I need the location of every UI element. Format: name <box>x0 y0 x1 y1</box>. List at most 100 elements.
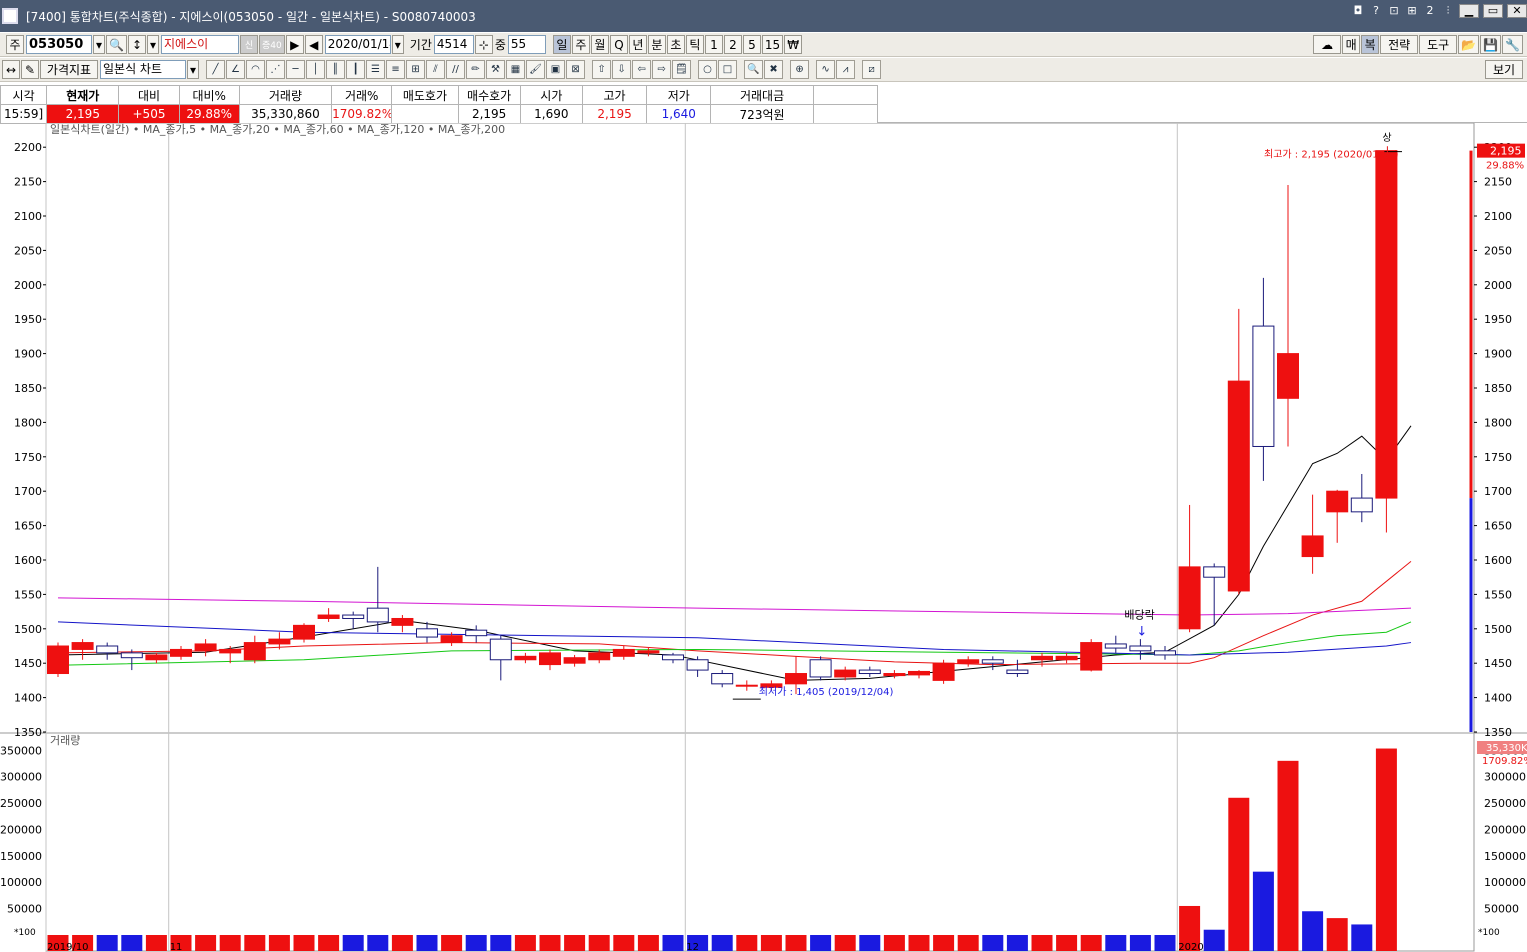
close-button[interactable]: ✕ <box>1507 4 1527 18</box>
print-icon[interactable]: ◘ <box>1351 4 1365 18</box>
interval-week[interactable]: 주 <box>571 35 590 54</box>
value-change-pct: 29.88% <box>178 104 240 124</box>
period-input[interactable]: 4514 <box>433 35 474 54</box>
note-icon[interactable]: 🗒 <box>672 60 692 79</box>
arrow-left-icon[interactable]: ⇦ <box>632 60 652 79</box>
volume-bar <box>441 934 463 951</box>
candle-body <box>908 670 930 676</box>
sort-icon[interactable]: ↕ <box>127 35 146 54</box>
capture-icon[interactable]: ▣ <box>546 60 566 79</box>
value-high: 2,195 <box>581 104 648 124</box>
view-button[interactable]: 보기 <box>1485 60 1523 79</box>
window-titlebar: [7400] 통합차트(주식종합) - 지에스이(053050 - 일간 - 일… <box>0 0 1527 32</box>
pin-icon[interactable]: ⫶ <box>1441 4 1455 18</box>
chart-type-dropdown-icon[interactable]: ▾ <box>187 60 200 79</box>
compound-button[interactable]: 복 <box>1361 35 1380 54</box>
clear-icon[interactable]: ⧄ <box>862 60 882 79</box>
interval-quarter[interactable]: Q <box>609 35 628 54</box>
maximize-button[interactable]: ▭ <box>1483 4 1503 18</box>
delete-drawing-icon[interactable]: ✖ <box>764 60 784 79</box>
angle-icon[interactable]: ∠ <box>226 60 246 79</box>
trendline-icon[interactable]: ╱ <box>206 60 226 79</box>
pencil-icon[interactable]: ✏ <box>466 60 486 79</box>
chart-type-select[interactable]: 일본식 차트 <box>100 60 186 79</box>
volume-tick-right: 200000 <box>1484 823 1526 836</box>
quote-header-row: 시각 현재가 대비 대비% 거래량 거래% 매도호가 매수호가 시가 고가 저가… <box>0 85 879 105</box>
circle-icon[interactable]: ○ <box>698 60 718 79</box>
price-tick-left: 1450 <box>14 657 42 670</box>
arc-icon[interactable]: ◠ <box>246 60 266 79</box>
prev-icon[interactable]: ◀ <box>304 35 323 54</box>
crosshair-icon[interactable]: ⊕ <box>790 60 810 79</box>
interval-15[interactable]: 15 <box>761 35 784 54</box>
zoom-icon[interactable]: ⊹ <box>474 35 493 54</box>
interval-1[interactable]: 1 <box>704 35 723 54</box>
candle-body <box>785 673 807 685</box>
strategy-button[interactable]: 전략 <box>1380 35 1419 54</box>
arrow-down-icon[interactable]: ⇩ <box>612 60 632 79</box>
layout-icon[interactable]: ⊡ <box>1387 4 1401 18</box>
interval-month[interactable]: 월 <box>590 35 609 54</box>
fib-fan-icon[interactable]: ≡ <box>386 60 406 79</box>
open-icon[interactable]: 📂 <box>1458 35 1480 54</box>
channel-icon[interactable]: ⫽ <box>426 60 446 79</box>
currency-button[interactable]: ₩ <box>784 35 803 54</box>
minimize-button[interactable]: ▁ <box>1459 4 1479 18</box>
wave-icon[interactable]: ∿ <box>816 60 836 79</box>
list-dropdown-icon[interactable]: ▾ <box>146 35 160 54</box>
interval-day[interactable]: 일 <box>552 35 571 54</box>
gann-icon[interactable]: ⊞ <box>406 60 426 79</box>
expand-icon[interactable]: ↔ <box>2 60 20 79</box>
fan-icon[interactable]: ⋰ <box>266 60 286 79</box>
search-icon[interactable]: 🔍 <box>106 35 127 54</box>
rect-icon[interactable]: □ <box>718 60 738 79</box>
interval-second[interactable]: 초 <box>666 35 685 54</box>
arrow-up-icon[interactable]: ⇧ <box>592 60 612 79</box>
group-number[interactable]: 2 <box>1423 4 1437 18</box>
volume-legend: 거래량 <box>50 734 80 747</box>
help-icon[interactable]: ? <box>1369 4 1383 18</box>
hline-icon[interactable]: ─ <box>286 60 306 79</box>
zigzag-icon[interactable]: ⩘ <box>836 60 856 79</box>
candle-body <box>686 659 709 671</box>
fib-retrace-icon[interactable]: ☰ <box>366 60 386 79</box>
price-tick-right: 2100 <box>1484 210 1512 223</box>
code-dropdown-icon[interactable]: ▾ <box>93 35 106 54</box>
brush-icon[interactable]: 🖌 <box>526 60 546 79</box>
edit-icon[interactable]: ✎ <box>21 60 39 79</box>
stock-code-input[interactable]: 053050 <box>26 35 92 54</box>
parallel-icon[interactable]: // <box>446 60 466 79</box>
volume-bar <box>1105 934 1127 951</box>
quote-table: 시각 현재가 대비 대비% 거래량 거래% 매도호가 매수호가 시가 고가 저가… <box>0 85 879 124</box>
fib-time-icon[interactable]: ┃ <box>346 60 366 79</box>
market-select-button[interactable]: 주 <box>6 35 24 54</box>
vline-icon[interactable]: │ <box>306 60 326 79</box>
pct-tag: 29.88% <box>1486 161 1524 172</box>
wand-icon[interactable]: ⚒ <box>486 60 506 79</box>
magnify-icon[interactable]: 🔍 <box>744 60 764 79</box>
color-icon[interactable]: ▦ <box>506 60 526 79</box>
trade-button[interactable]: 매 <box>1342 35 1361 54</box>
count-input[interactable]: 55 <box>507 35 546 54</box>
interval-2[interactable]: 2 <box>723 35 742 54</box>
tools-button[interactable]: 도구 <box>1419 35 1458 54</box>
save-icon[interactable]: 💾 <box>1480 35 1502 54</box>
interval-tick[interactable]: 틱 <box>685 35 704 54</box>
date-input[interactable]: 2020/01/14 <box>324 35 391 54</box>
settings-icon[interactable]: 🔧 <box>1502 35 1523 54</box>
arrow-right-icon[interactable]: ⇨ <box>652 60 672 79</box>
interval-year[interactable]: 년 <box>628 35 647 54</box>
cycle-icon[interactable]: ║ <box>326 60 346 79</box>
stock-chart[interactable]: 2019/10111220202200220021502150210021002… <box>0 123 1527 952</box>
cloud-icon[interactable]: ☁ <box>1313 35 1342 54</box>
link-icon[interactable]: ⊞ <box>1405 4 1419 18</box>
erase-icon[interactable]: ⊠ <box>566 60 586 79</box>
indicator-button[interactable]: 가격지표 <box>40 60 98 79</box>
interval-5[interactable]: 5 <box>742 35 761 54</box>
play-icon[interactable]: ▶ <box>285 35 304 54</box>
interval-minute[interactable]: 분 <box>647 35 666 54</box>
date-tick-label: 12 <box>686 942 699 952</box>
date-dropdown-icon[interactable]: ▾ <box>391 35 404 54</box>
candle-body <box>71 642 94 650</box>
candle-body <box>1104 643 1127 649</box>
